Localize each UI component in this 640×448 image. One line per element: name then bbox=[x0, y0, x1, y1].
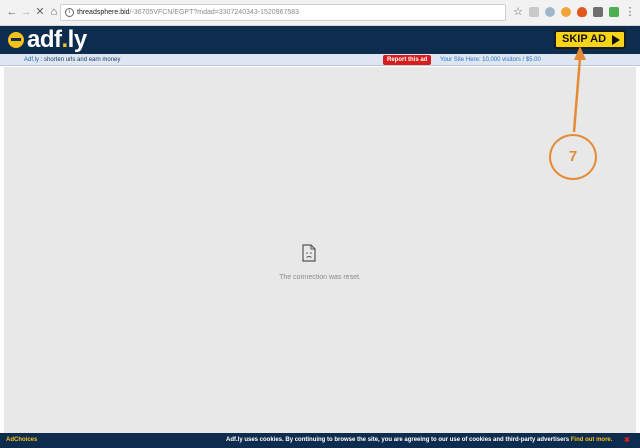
cookie-notice: Adf.ly uses cookies. By continuing to br… bbox=[226, 437, 613, 443]
annotation-step-circle: 7 bbox=[549, 134, 597, 180]
cookie-bar: AdChoices Adf.ly uses cookies. By contin… bbox=[0, 433, 640, 448]
find-out-more-link[interactable]: Find out more. bbox=[571, 437, 613, 443]
close-icon[interactable]: ✖ bbox=[624, 433, 630, 448]
adchoices-link[interactable]: AdChoices bbox=[6, 433, 37, 448]
annotation-arrow bbox=[572, 46, 586, 133]
